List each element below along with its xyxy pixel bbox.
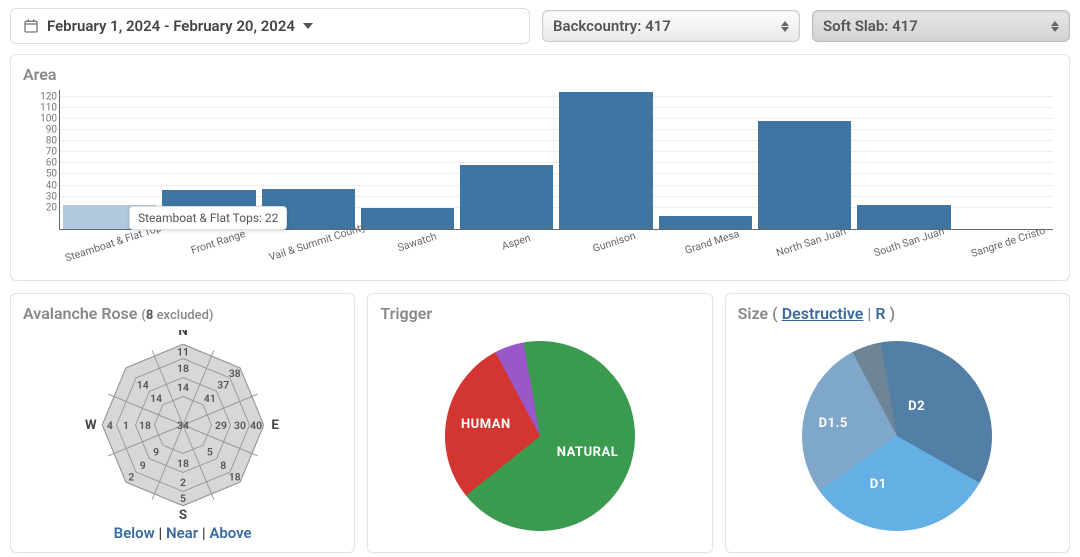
calendar-icon xyxy=(23,18,39,34)
area-bar[interactable] xyxy=(556,90,655,229)
area-bar[interactable] xyxy=(954,90,1053,229)
trigger-pie-chart[interactable]: NATURAL HUMAN xyxy=(445,341,635,531)
svg-text:2: 2 xyxy=(128,470,134,483)
size-destructive-toggle[interactable]: Destructive xyxy=(782,304,864,323)
pie-slice-label: NATURAL xyxy=(557,445,618,460)
svg-text:14: 14 xyxy=(177,380,189,393)
area-bar[interactable] xyxy=(457,90,556,229)
area-bar[interactable] xyxy=(755,90,854,229)
date-range-selector[interactable]: February 1, 2024 - February 20, 2024 xyxy=(10,8,530,44)
rose-legend[interactable]: Below | Near | Above xyxy=(114,524,252,542)
svg-text:N: N xyxy=(178,330,187,339)
svg-text:41: 41 xyxy=(204,391,216,404)
zone-filter-dropdown[interactable]: Backcountry: 417 xyxy=(542,10,800,42)
pie-slice-label: D1.5 xyxy=(819,416,848,431)
pie-slice-label: D2 xyxy=(908,399,925,414)
svg-text:1: 1 xyxy=(123,418,129,431)
svg-text:14: 14 xyxy=(136,378,148,391)
area-bar-chart[interactable]: 2030405060708090100110120 Steamboat & Fl… xyxy=(23,90,1057,270)
svg-text:S: S xyxy=(179,508,187,520)
svg-text:18: 18 xyxy=(228,470,240,483)
svg-text:W: W xyxy=(85,417,97,432)
svg-text:18: 18 xyxy=(139,418,151,431)
svg-text:8: 8 xyxy=(220,459,226,472)
size-panel-title: Size ( Destructive | R ) xyxy=(738,304,1057,323)
avalanche-rose-chart[interactable]: 113840185241837308291141441295189181434N… xyxy=(83,330,283,520)
svg-text:5: 5 xyxy=(180,491,186,504)
svg-text:34: 34 xyxy=(177,418,189,431)
svg-text:37: 37 xyxy=(217,378,229,391)
svg-text:E: E xyxy=(271,417,279,432)
bar-tooltip: Steamboat & Flat Tops: 22 xyxy=(129,206,287,230)
trigger-panel: Trigger NATURAL HUMAN xyxy=(367,293,712,553)
pie-slice-label: D1 xyxy=(870,477,887,492)
svg-text:5: 5 xyxy=(207,445,213,458)
sort-icon xyxy=(1051,21,1059,32)
trigger-panel-title: Trigger xyxy=(380,304,699,323)
sort-icon xyxy=(781,21,789,32)
svg-text:29: 29 xyxy=(215,418,227,431)
size-panel: Size ( Destructive | R ) D2 D1 D1.5 xyxy=(725,293,1070,553)
rose-panel-title: Avalanche Rose (8 excluded) xyxy=(23,304,342,323)
svg-text:9: 9 xyxy=(139,459,145,472)
type-filter-dropdown[interactable]: Soft Slab: 417 xyxy=(812,10,1070,42)
area-bar[interactable] xyxy=(854,90,953,229)
size-pie-chart[interactable]: D2 D1 D1.5 xyxy=(802,341,992,531)
svg-text:4: 4 xyxy=(107,418,113,431)
type-filter-label: Soft Slab: 417 xyxy=(823,17,918,35)
area-bar[interactable] xyxy=(358,90,457,229)
size-r-toggle[interactable]: R xyxy=(875,304,885,323)
rose-panel: Avalanche Rose (8 excluded) 113840185241… xyxy=(10,293,355,553)
svg-text:18: 18 xyxy=(177,456,189,469)
area-bar[interactable] xyxy=(656,90,755,229)
svg-text:2: 2 xyxy=(180,475,186,488)
date-range-label: February 1, 2024 - February 20, 2024 xyxy=(47,17,295,35)
zone-filter-label: Backcountry: 417 xyxy=(553,17,671,35)
area-panel: Area 2030405060708090100110120 Steamboat… xyxy=(10,54,1070,281)
svg-text:40: 40 xyxy=(250,418,262,431)
svg-text:9: 9 xyxy=(153,445,159,458)
svg-text:14: 14 xyxy=(150,391,162,404)
caret-down-icon xyxy=(303,23,313,29)
area-panel-title: Area xyxy=(23,65,1057,84)
pie-slice-label: HUMAN xyxy=(461,417,511,432)
svg-text:38: 38 xyxy=(228,367,240,380)
svg-text:11: 11 xyxy=(177,345,189,358)
svg-text:18: 18 xyxy=(177,361,189,374)
svg-text:30: 30 xyxy=(234,418,246,431)
